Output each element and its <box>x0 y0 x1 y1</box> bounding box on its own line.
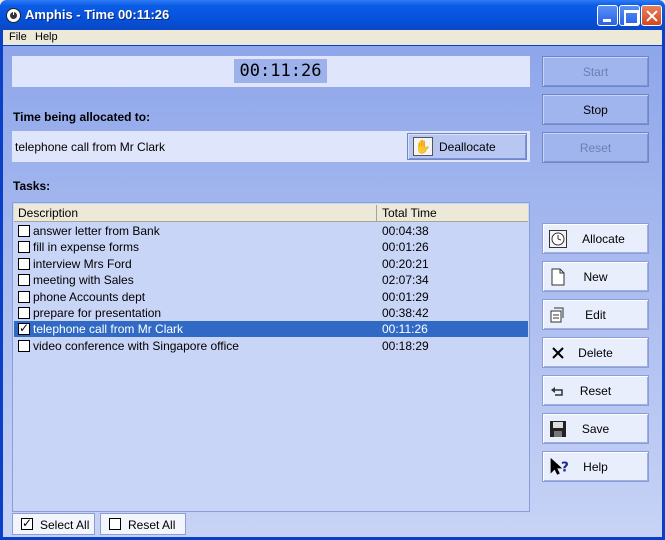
task-row[interactable]: fill in expense forms 00:01:26 <box>14 239 528 255</box>
task-total-time: 00:01:29 <box>382 289 429 304</box>
task-total-time: 00:04:38 <box>382 224 429 238</box>
menu-file[interactable]: File <box>9 31 27 43</box>
reset-all-button[interactable]: Reset All <box>100 513 186 535</box>
save-button[interactable]: Save <box>542 413 649 444</box>
edit-button-label: Edit <box>585 308 606 322</box>
task-description: fill in expense forms <box>33 240 140 255</box>
minimize-button[interactable] <box>597 5 618 26</box>
timer-reset-button-label: Reset <box>579 141 612 155</box>
deallocate-button[interactable]: ✋ Deallocate <box>407 133 527 160</box>
tasks-list[interactable]: Description Total Time answer letter fro… <box>12 202 530 512</box>
task-description: interview Mrs Ford <box>33 256 132 271</box>
task-checkbox[interactable] <box>18 257 30 270</box>
timer-panel: 00:11:26 <box>12 56 530 87</box>
start-button[interactable]: Start <box>542 56 649 87</box>
task-row[interactable]: telephone call from Mr Clark 00:11:26 <box>14 321 528 338</box>
task-checkbox[interactable] <box>18 290 30 303</box>
timer-reset-button[interactable]: Reset <box>542 132 649 163</box>
app-clock-icon[interactable] <box>6 8 21 23</box>
deallocate-button-label: Deallocate <box>439 140 496 154</box>
task-checkbox[interactable] <box>18 307 30 319</box>
allocation-heading: Time being allocated to: <box>13 110 151 124</box>
task-row[interactable]: answer letter from Bank 00:04:38 <box>14 223 528 239</box>
menu-bar: File Help <box>3 30 662 45</box>
task-total-time: 02:07:34 <box>382 273 429 288</box>
task-checkbox[interactable] <box>18 274 30 287</box>
start-button-label: Start <box>582 65 609 79</box>
main-panel: 00:11:26 Start Stop Reset Time being all… <box>3 46 662 537</box>
task-description: video conference with Singapore office <box>33 338 239 353</box>
task-row[interactable]: video conference with Singapore office 00… <box>14 338 528 354</box>
new-button[interactable]: New <box>542 261 649 292</box>
task-checkbox[interactable] <box>18 339 30 352</box>
task-row[interactable]: interview Mrs Ford 00:20:21 <box>14 256 528 272</box>
task-description: meeting with Sales <box>33 273 134 288</box>
maximize-button[interactable] <box>619 5 640 26</box>
stop-button[interactable]: Stop <box>542 94 649 125</box>
task-total-time: 00:11:26 <box>382 322 428 337</box>
hand-icon: ✋ <box>413 137 433 156</box>
allocate-button-label: Allocate <box>582 232 625 246</box>
list-header: Description Total Time <box>14 204 528 222</box>
reset-task-button[interactable]: Reset <box>542 375 649 406</box>
task-description: answer letter from Bank <box>33 224 160 238</box>
select-all-label: Select All <box>40 518 90 532</box>
window-title: Amphis - Time 00:11:26 <box>25 7 170 22</box>
task-total-time: 00:18:29 <box>382 338 429 353</box>
reset-all-checkbox <box>109 518 121 530</box>
task-total-time: 00:38:42 <box>382 306 429 320</box>
task-description: phone Accounts dept <box>33 289 146 304</box>
select-all-checkbox <box>21 516 33 530</box>
task-checkbox[interactable] <box>18 225 30 237</box>
edit-button[interactable]: Edit <box>542 299 649 330</box>
task-total-time: 00:20:21 <box>382 256 429 271</box>
reset-task-button-label: Reset <box>579 384 612 398</box>
task-total-time: 00:01:26 <box>382 240 429 255</box>
column-divider[interactable] <box>376 205 377 221</box>
delete-button[interactable]: Delete <box>542 337 649 368</box>
task-description: prepare for presentation <box>33 306 162 320</box>
title-bar[interactable]: Amphis - Time 00:11:26 <box>0 0 665 30</box>
menu-help[interactable]: Help <box>35 31 58 43</box>
select-all-button[interactable]: Select All <box>12 513 95 535</box>
column-total-time[interactable]: Total Time <box>382 206 437 220</box>
task-checkbox[interactable] <box>18 321 30 336</box>
allocate-button[interactable]: Allocate <box>542 223 649 254</box>
close-button[interactable] <box>641 5 662 26</box>
reset-all-label: Reset All <box>128 518 176 532</box>
task-row[interactable]: phone Accounts dept 00:01:29 <box>14 289 528 305</box>
allocation-panel: telephone call from Mr Clark ✋ Deallocat… <box>12 131 530 162</box>
save-button-label: Save <box>581 422 610 436</box>
app-window: Amphis - Time 00:11:26 File Help 00:11:2… <box>0 0 665 540</box>
allocated-task: telephone call from Mr Clark <box>15 140 166 154</box>
delete-button-label: Delete <box>578 346 613 360</box>
tasks-heading: Tasks: <box>13 179 51 193</box>
help-button-label: Help <box>583 460 608 474</box>
task-description: telephone call from Mr Clark <box>33 322 184 337</box>
task-row[interactable]: meeting with Sales 02:07:34 <box>14 272 528 288</box>
new-button-label: New <box>583 270 608 284</box>
task-checkbox[interactable] <box>18 241 30 254</box>
column-description[interactable]: Description <box>18 206 78 220</box>
task-row[interactable]: prepare for presentation 00:38:42 <box>14 305 528 321</box>
stop-button-label: Stop <box>583 103 608 117</box>
help-button[interactable]: ? Help <box>542 451 649 482</box>
timer-display: 00:11:26 <box>234 59 327 83</box>
